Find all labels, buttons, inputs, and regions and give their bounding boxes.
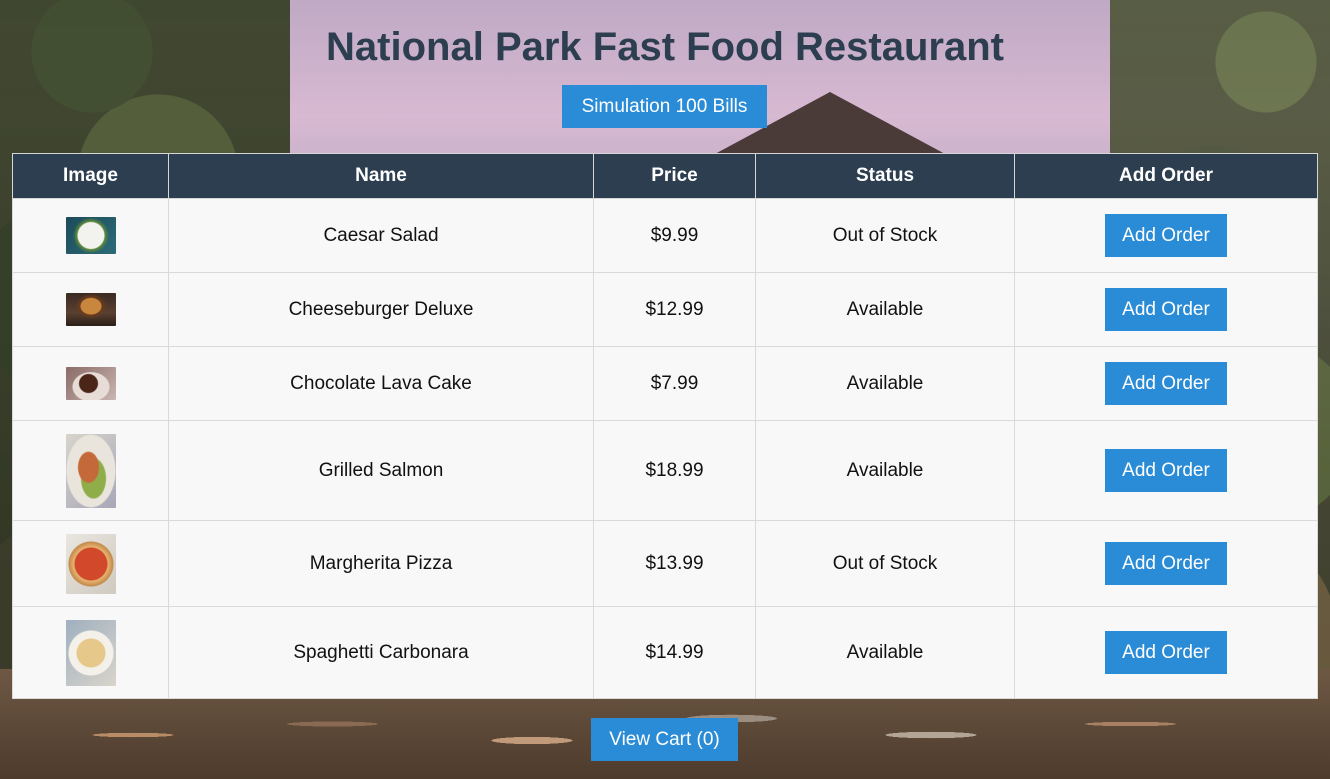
add-order-cell: Add Order [1014, 606, 1318, 699]
view-cart-button[interactable]: View Cart (0) [591, 718, 738, 761]
table-header-row: Image Name Price Status Add Order [12, 153, 1318, 199]
item-status: Available [755, 272, 1015, 347]
add-order-button[interactable]: Add Order [1105, 631, 1227, 674]
item-name: Cheeseburger Deluxe [168, 272, 594, 347]
table-row: Grilled Salmon $18.99 Available Add Orde… [12, 420, 1318, 521]
menu-table: Image Name Price Status Add Order Caesar… [12, 153, 1318, 699]
item-name: Margherita Pizza [168, 520, 594, 607]
item-price: $18.99 [593, 420, 756, 521]
pizza-thumbnail [65, 533, 116, 594]
item-price: $12.99 [593, 272, 756, 347]
item-name: Caesar Salad [168, 198, 594, 273]
item-status: Available [755, 420, 1015, 521]
item-price: $14.99 [593, 606, 756, 699]
column-header-name: Name [168, 153, 594, 199]
image-cell [12, 606, 169, 699]
item-price: $9.99 [593, 198, 756, 273]
add-order-cell: Add Order [1014, 198, 1318, 273]
add-order-button[interactable]: Add Order [1105, 214, 1227, 257]
column-header-add-order: Add Order [1014, 153, 1318, 199]
image-cell [12, 420, 169, 521]
salad-thumbnail [65, 217, 116, 254]
image-cell [12, 198, 169, 273]
item-status: Out of Stock [755, 520, 1015, 607]
add-order-button[interactable]: Add Order [1105, 542, 1227, 585]
item-status: Available [755, 346, 1015, 421]
table-row: Margherita Pizza $13.99 Out of Stock Add… [12, 520, 1318, 607]
add-order-button[interactable]: Add Order [1105, 362, 1227, 405]
add-order-cell: Add Order [1014, 420, 1318, 521]
table-row: Spaghetti Carbonara $14.99 Available Add… [12, 606, 1318, 699]
burger-thumbnail [65, 293, 116, 326]
image-cell [12, 520, 169, 607]
table-row: Chocolate Lava Cake $7.99 Available Add … [12, 346, 1318, 421]
column-header-image: Image [12, 153, 169, 199]
pasta-thumbnail [65, 619, 116, 686]
image-cell [12, 272, 169, 347]
image-cell [12, 346, 169, 421]
item-price: $13.99 [593, 520, 756, 607]
simulation-button[interactable]: Simulation 100 Bills [562, 85, 767, 128]
add-order-button[interactable]: Add Order [1105, 449, 1227, 492]
cake-thumbnail [65, 367, 116, 400]
item-status: Available [755, 606, 1015, 699]
item-price: $7.99 [593, 346, 756, 421]
item-status: Out of Stock [755, 198, 1015, 273]
add-order-cell: Add Order [1014, 272, 1318, 347]
add-order-cell: Add Order [1014, 346, 1318, 421]
page-title: National Park Fast Food Restaurant [326, 25, 1004, 69]
item-name: Spaghetti Carbonara [168, 606, 594, 699]
add-order-button[interactable]: Add Order [1105, 288, 1227, 331]
column-header-status: Status [755, 153, 1015, 199]
table-row: Caesar Salad $9.99 Out of Stock Add Orde… [12, 198, 1318, 273]
column-header-price: Price [593, 153, 756, 199]
salmon-thumbnail [65, 433, 116, 508]
table-row: Cheeseburger Deluxe $12.99 Available Add… [12, 272, 1318, 347]
page: National Park Fast Food Restaurant Simul… [0, 0, 1330, 779]
item-name: Chocolate Lava Cake [168, 346, 594, 421]
item-name: Grilled Salmon [168, 420, 594, 521]
add-order-cell: Add Order [1014, 520, 1318, 607]
